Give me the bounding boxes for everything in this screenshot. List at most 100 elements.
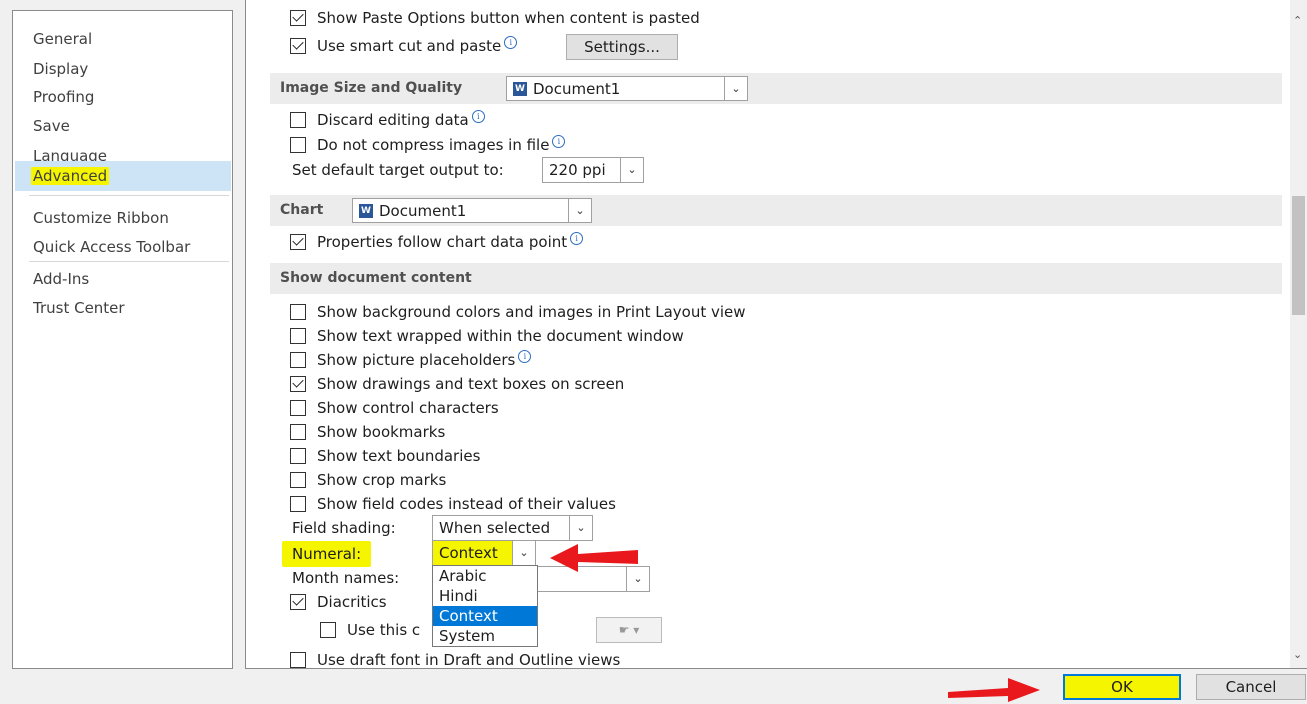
draft-font-row[interactable]: Use draft font in Draft and Outline view… <box>290 648 621 669</box>
nav-label: Quick Access Toolbar <box>33 238 191 256</box>
option-label: Show bookmarks <box>317 423 446 441</box>
nav-label: Customize Ribbon <box>33 209 169 227</box>
option-label: Use draft font in Draft and Outline view… <box>317 651 621 669</box>
chevron-down-icon: ▾ <box>633 623 640 637</box>
select-value: Context <box>439 544 498 562</box>
option-label: Show crop marks <box>317 471 447 489</box>
dropdown-option-context[interactable]: Context <box>433 606 537 626</box>
show-field-codes-row[interactable]: Show field codes instead of their values <box>290 492 616 516</box>
show-crop-marks-row[interactable]: Show crop marks <box>290 468 446 492</box>
draft-font-checkbox[interactable] <box>290 652 306 668</box>
section-title: Show document content <box>280 270 472 286</box>
show-picture-placeholders-checkbox[interactable] <box>290 352 306 368</box>
scroll-down-icon[interactable]: ⌄ <box>1293 648 1302 661</box>
chevron-down-icon: ⌄ <box>724 76 747 101</box>
scroll-up-icon[interactable]: ⌃ <box>1293 14 1302 27</box>
smart-cut-paste-checkbox[interactable] <box>290 38 306 54</box>
dropdown-option-hindi[interactable]: Hindi <box>433 586 537 606</box>
smart-cut-paste-row[interactable]: Use smart cut and paste i <box>290 34 518 58</box>
nav-item-quick-access-toolbar[interactable]: Quick Access Toolbar <box>15 233 231 262</box>
select-value: When selected <box>439 519 551 537</box>
show-picture-placeholders-row[interactable]: Show picture placeholders i <box>290 348 532 372</box>
advanced-options-panel: Show Paste Options button when content i… <box>245 0 1307 669</box>
dropdown-option-arabic[interactable]: Arabic <box>433 566 537 586</box>
show-paste-options-checkbox[interactable] <box>290 10 306 26</box>
nav-item-save[interactable]: Save <box>15 112 231 141</box>
nav-item-proofing[interactable]: Proofing <box>15 83 231 112</box>
info-icon[interactable]: i <box>518 349 532 363</box>
show-bookmarks-row[interactable]: Show bookmarks <box>290 420 445 444</box>
cancel-button[interactable]: Cancel <box>1196 674 1306 700</box>
vertical-scrollbar[interactable]: ⌃ ⌄ <box>1290 0 1307 668</box>
option-label: Properties follow chart data point <box>317 233 568 251</box>
option-label: Do not compress images in file <box>317 136 550 154</box>
section-title: Image Size and Quality <box>280 80 463 96</box>
option-label: Show control characters <box>317 399 499 417</box>
show-text-boundaries-row[interactable]: Show text boundaries <box>290 444 480 468</box>
select-value: 220 ppi <box>549 161 606 179</box>
option-label: Use this c <box>347 621 421 639</box>
show-background-checkbox[interactable] <box>290 304 306 320</box>
show-text-wrapped-row[interactable]: Show text wrapped within the document wi… <box>290 324 684 348</box>
info-icon[interactable]: i <box>471 109 485 123</box>
numeral-dropdown-list: Arabic Hindi Context System <box>432 565 538 647</box>
diacritics-checkbox[interactable] <box>290 594 306 610</box>
no-compress-checkbox[interactable] <box>290 137 306 153</box>
discard-editing-checkbox[interactable] <box>290 112 306 128</box>
chevron-down-icon: ⌄ <box>620 158 643 182</box>
show-text-wrapped-checkbox[interactable] <box>290 328 306 344</box>
dropdown-option-system[interactable]: System <box>433 626 537 646</box>
show-text-boundaries-checkbox[interactable] <box>290 448 306 464</box>
show-control-characters-row[interactable]: Show control characters <box>290 396 499 420</box>
show-paste-options-row[interactable]: Show Paste Options button when content i… <box>290 6 700 30</box>
nav-item-advanced[interactable]: Advanced <box>15 161 231 191</box>
nav-separator <box>29 195 229 196</box>
field-label: Set default target output to: <box>292 161 504 179</box>
show-background-row[interactable]: Show background colors and images in Pri… <box>290 300 746 324</box>
show-drawings-row[interactable]: Show drawings and text boxes on screen <box>290 372 624 396</box>
option-label: Diacritics <box>317 593 387 611</box>
show-crop-marks-checkbox[interactable] <box>290 472 306 488</box>
scrollbar-thumb[interactable] <box>1292 196 1305 315</box>
nav-item-customize-ribbon[interactable]: Customize Ribbon <box>15 204 231 233</box>
ok-button[interactable]: OK <box>1063 674 1181 700</box>
show-bookmarks-checkbox[interactable] <box>290 424 306 440</box>
show-control-characters-checkbox[interactable] <box>290 400 306 416</box>
select-value: Document1 <box>379 201 467 220</box>
info-icon[interactable]: i <box>552 134 566 148</box>
chevron-down-icon: ⌄ <box>512 541 535 565</box>
info-icon[interactable]: i <box>570 231 584 245</box>
nav-item-add-ins[interactable]: Add-Ins <box>15 265 231 294</box>
nav-label: Save <box>33 117 70 135</box>
word-document-icon: W <box>513 81 527 96</box>
field-shading-label: Field shading: <box>292 516 396 540</box>
option-label: Show field codes instead of their values <box>317 495 616 513</box>
no-compress-row[interactable]: Do not compress images in file i <box>290 133 566 157</box>
properties-follow-row[interactable]: Properties follow chart data point i <box>290 230 584 254</box>
show-field-codes-checkbox[interactable] <box>290 496 306 512</box>
diacritic-color-button[interactable]: ☛ ▾ <box>596 617 662 643</box>
nav-label: Advanced <box>31 167 110 185</box>
settings-button[interactable]: Settings... <box>566 34 678 60</box>
field-shading-select[interactable]: When selected ⌄ <box>432 515 593 541</box>
discard-editing-row[interactable]: Discard editing data i <box>290 108 485 132</box>
image-size-section-header: Image Size and Quality <box>270 73 1282 104</box>
nav-item-trust-center[interactable]: Trust Center <box>15 294 231 323</box>
nav-item-display[interactable]: Display <box>15 55 231 84</box>
use-this-color-checkbox[interactable] <box>320 622 336 638</box>
image-size-document-select[interactable]: W Document1 ⌄ <box>506 76 748 101</box>
word-document-icon: W <box>359 203 373 218</box>
show-drawings-checkbox[interactable] <box>290 376 306 392</box>
field-label: Month names: <box>292 569 400 587</box>
option-label: Show background colors and images in Pri… <box>317 303 746 321</box>
field-label: Field shading: <box>292 519 396 537</box>
nav-label: Add-Ins <box>33 270 90 288</box>
properties-follow-checkbox[interactable] <box>290 234 306 250</box>
numeral-select[interactable]: Context ⌄ <box>432 540 536 566</box>
nav-item-general[interactable]: General <box>15 25 231 54</box>
chart-document-select[interactable]: W Document1 ⌄ <box>352 198 592 223</box>
section-title: Chart <box>280 202 324 218</box>
diacritics-row[interactable]: Diacritics <box>290 590 387 614</box>
info-icon[interactable]: i <box>504 35 518 49</box>
target-output-select[interactable]: 220 ppi ⌄ <box>542 157 644 183</box>
